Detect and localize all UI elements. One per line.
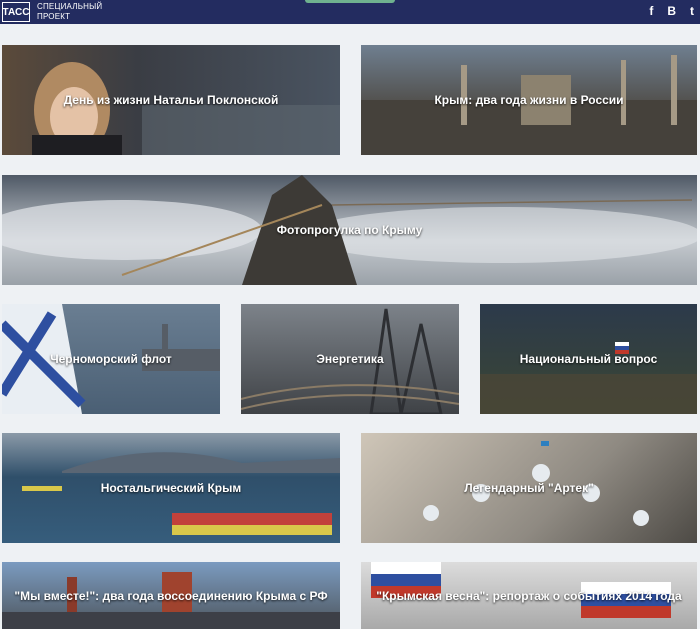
tile-crimea-two-years[interactable]: Крым: два года жизни в России — [361, 45, 697, 155]
special-project-label: СПЕЦИАЛЬНЫЙ ПРОЕКТ — [37, 2, 102, 22]
tile-caption: Ностальгический Крым — [100, 481, 242, 495]
vk-icon[interactable]: В — [667, 4, 676, 18]
tile-caption: День из жизни Натальи Поклонской — [63, 93, 279, 107]
tile-nostalgic-crimea[interactable]: Ностальгический Крым — [2, 433, 340, 543]
project-line-2: ПРОЕКТ — [37, 12, 71, 21]
tile-caption: "Крымская весна": репортаж о событиях 20… — [376, 588, 682, 603]
facebook-icon[interactable]: f — [649, 4, 653, 18]
tile-caption: Национальный вопрос — [519, 352, 658, 366]
tile-photo-walk[interactable]: Фотопрогулка по Крыму — [2, 175, 697, 285]
tile-caption: Черноморский флот — [50, 352, 172, 366]
tile-caption: Легендарный "Артек" — [464, 481, 594, 495]
tile-crimean-spring[interactable]: "Крымская весна": репортаж о событиях 20… — [361, 562, 697, 629]
top-bar: ТАСС СПЕЦИАЛЬНЫЙ ПРОЕКТ f В t — [0, 0, 700, 24]
tile-caption: "Мы вместе!": два года воссоединению Кры… — [14, 588, 328, 603]
tile-national-question[interactable]: Национальный вопрос — [480, 304, 697, 414]
top-tab-hint — [305, 0, 395, 3]
tile-caption: Энергетика — [316, 352, 384, 366]
tile-we-together[interactable]: "Мы вместе!": два года воссоединению Кры… — [2, 562, 340, 629]
tile-poklonskaya[interactable]: День из жизни Натальи Поклонской — [2, 45, 340, 155]
tile-caption: Фотопрогулка по Крыму — [276, 223, 423, 237]
tile-energy[interactable]: Энергетика — [241, 304, 459, 414]
twitter-icon[interactable]: t — [690, 4, 694, 18]
project-line-1: СПЕЦИАЛЬНЫЙ — [37, 2, 103, 11]
social-links: f В t — [649, 4, 694, 18]
tile-artek[interactable]: Легендарный "Артек" — [361, 433, 697, 543]
tile-caption: Крым: два года жизни в России — [434, 93, 624, 107]
tass-logo[interactable]: ТАСС — [2, 2, 30, 22]
tile-black-sea-fleet[interactable]: Черноморский флот — [2, 304, 220, 414]
